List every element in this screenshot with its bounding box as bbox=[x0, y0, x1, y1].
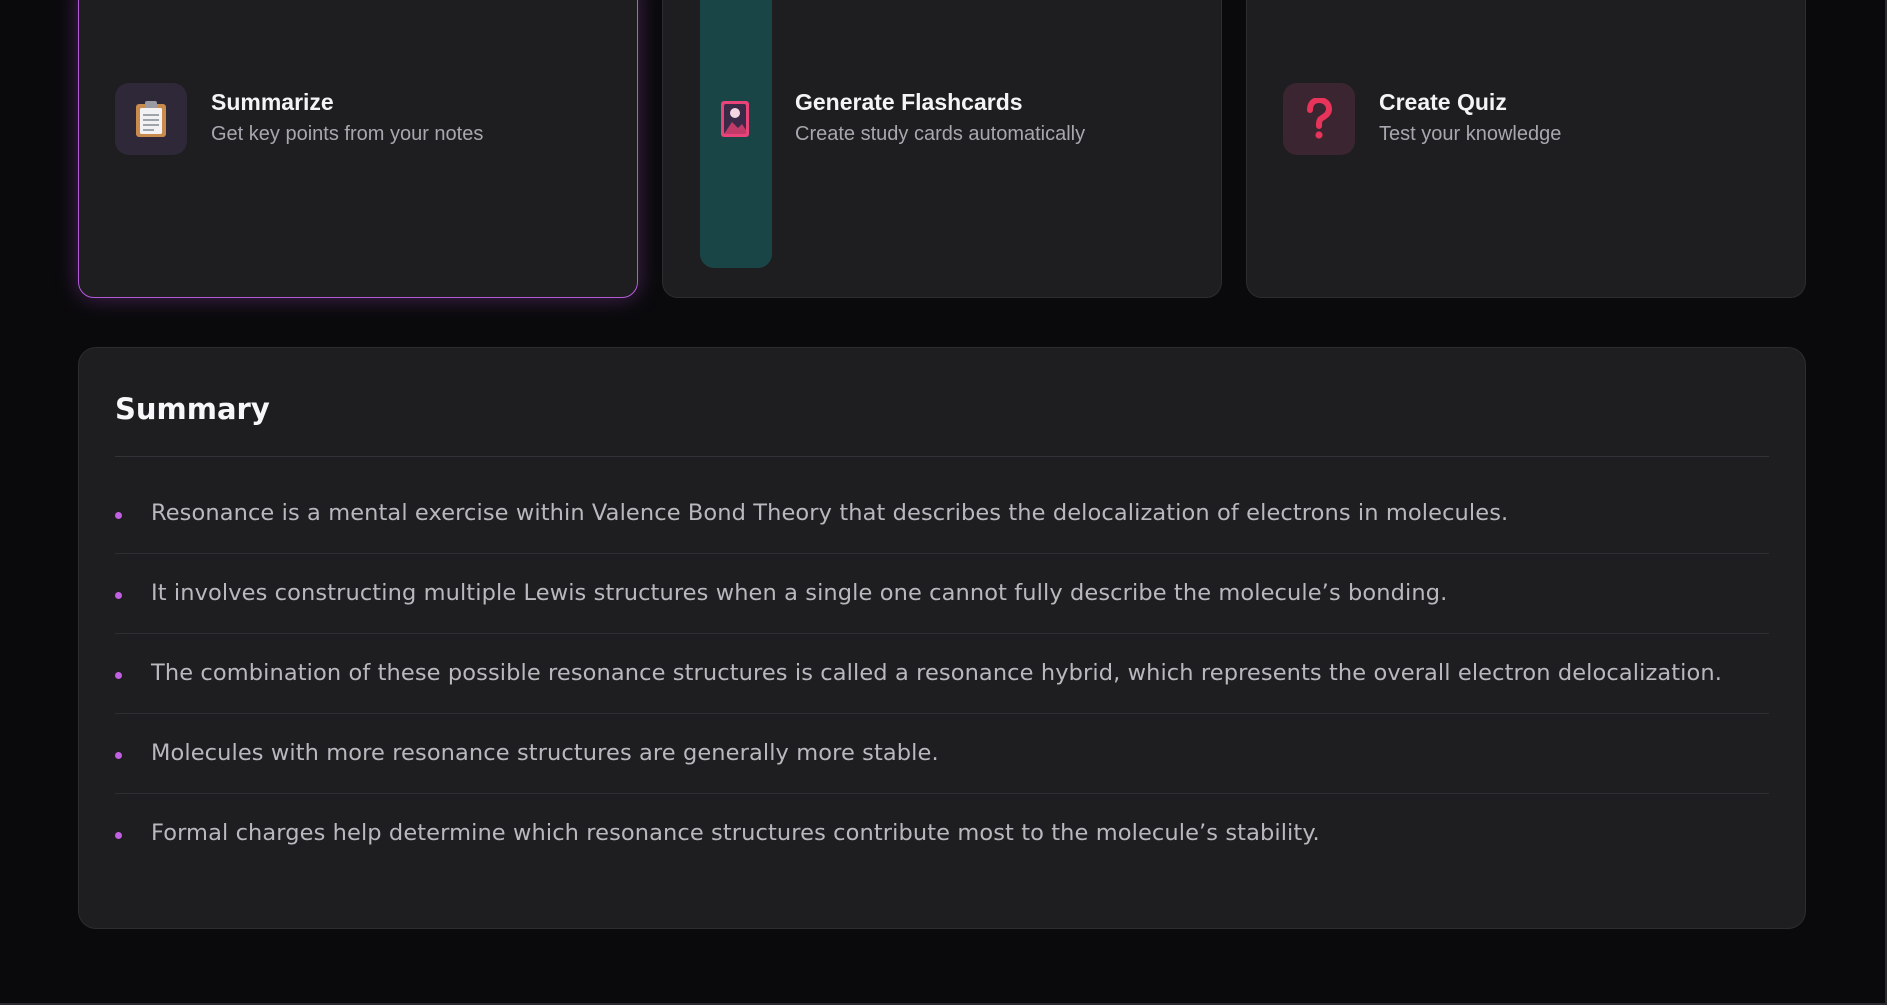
create-quiz-subtitle: Test your knowledge bbox=[1379, 123, 1562, 145]
question-mark-icon bbox=[1283, 83, 1355, 155]
summary-point: The combination of these possible resona… bbox=[151, 660, 1723, 686]
bullet-icon bbox=[115, 752, 122, 759]
list-item: Resonance is a mental exercise within Va… bbox=[115, 474, 1769, 554]
create-quiz-card[interactable]: Create Quiz Test your knowledge bbox=[1246, 0, 1806, 298]
bullet-icon bbox=[115, 512, 122, 519]
summarize-subtitle: Get key points from your notes bbox=[211, 123, 484, 145]
clipboard-icon bbox=[115, 83, 187, 155]
page: Summarize Get key points from your notes… bbox=[0, 0, 1887, 1005]
summary-point: Formal charges help determine which reso… bbox=[151, 820, 1320, 846]
list-item: Molecules with more resonance structures… bbox=[115, 714, 1769, 794]
list-item: The combination of these possible resona… bbox=[115, 634, 1769, 714]
summary-point: It involves constructing multiple Lewis … bbox=[151, 580, 1448, 606]
list-item: It involves constructing multiple Lewis … bbox=[115, 554, 1769, 634]
summarize-title: Summarize bbox=[211, 89, 334, 115]
list-item: Formal charges help determine which reso… bbox=[115, 794, 1769, 874]
divider bbox=[115, 456, 1769, 457]
bullet-icon bbox=[115, 832, 122, 839]
summary-title: Summary bbox=[115, 392, 270, 426]
generate-flashcards-card[interactable]: Generate Flashcards Create study cards a… bbox=[662, 0, 1222, 298]
summary-panel: Summary Resonance is a mental exercise w… bbox=[78, 347, 1806, 929]
summary-point: Resonance is a mental exercise within Va… bbox=[151, 500, 1509, 526]
summary-list: Resonance is a mental exercise within Va… bbox=[115, 474, 1769, 874]
bullet-icon bbox=[115, 672, 122, 679]
generate-flashcards-subtitle: Create study cards automatically bbox=[795, 123, 1086, 145]
generate-flashcards-title: Generate Flashcards bbox=[795, 89, 1023, 115]
flashcard-icon bbox=[699, 83, 771, 155]
summarize-card[interactable]: Summarize Get key points from your notes bbox=[78, 0, 638, 298]
bullet-icon bbox=[115, 592, 122, 599]
summary-point: Molecules with more resonance structures… bbox=[151, 740, 939, 766]
create-quiz-title: Create Quiz bbox=[1379, 89, 1507, 115]
